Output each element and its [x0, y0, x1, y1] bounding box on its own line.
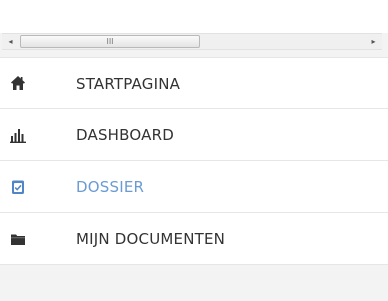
sidebar-item-label: MIJN DOCUMENTEN [76, 230, 226, 248]
sidebar-item-label: DASHBOARD [76, 126, 174, 144]
horizontal-scrollbar[interactable]: ◂ III ▸ [2, 33, 382, 50]
sidebar-item-dossier[interactable]: DOSSIER [0, 161, 388, 213]
bottom-empty-area [0, 265, 388, 301]
sidebar-menu: STARTPAGINA DASHBOARD DOSSIER MIJN DOCUM… [0, 57, 388, 265]
clipboard-icon [10, 179, 26, 195]
sidebar-item-label: DOSSIER [76, 178, 145, 196]
folder-icon [10, 231, 26, 247]
scroll-left-arrow[interactable]: ◂ [2, 34, 19, 49]
navigation-panel: ◂ III ▸ STARTPAGINA DASHBOARD DOSSIER MI… [0, 0, 388, 301]
sidebar-item-startpagina[interactable]: STARTPAGINA [0, 57, 388, 109]
top-blank-area [0, 0, 388, 33]
sidebar-item-dashboard[interactable]: DASHBOARD [0, 109, 388, 161]
home-icon [10, 75, 26, 91]
scroll-thumb[interactable]: III [20, 35, 200, 48]
bar-chart-icon [10, 127, 26, 143]
scroll-right-arrow[interactable]: ▸ [365, 34, 382, 49]
sidebar-item-mijn-documenten[interactable]: MIJN DOCUMENTEN [0, 213, 388, 265]
scroll-grip: III [106, 37, 114, 46]
sidebar-item-label: STARTPAGINA [76, 75, 181, 93]
